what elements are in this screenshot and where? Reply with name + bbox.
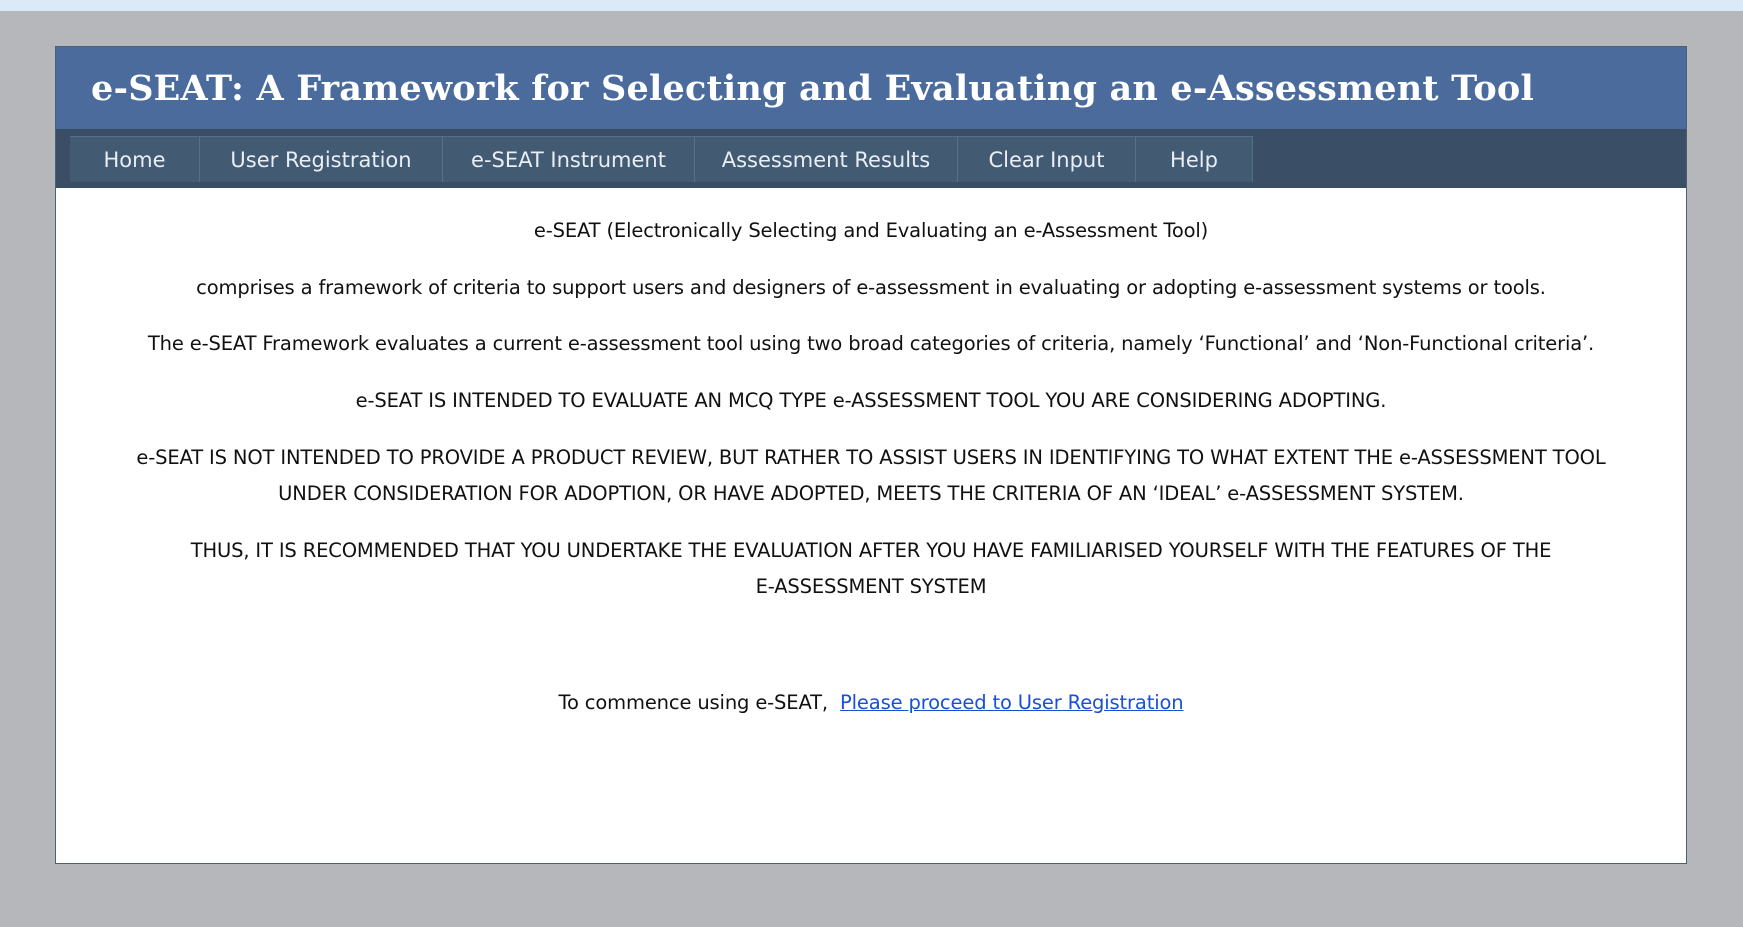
nav-item-eseat-instrument[interactable]: e-SEAT Instrument — [443, 136, 695, 182]
user-registration-link[interactable]: Please proceed to User Registration — [840, 691, 1184, 714]
nav-item-home[interactable]: Home — [70, 136, 200, 182]
commence-row: To commence using e-SEAT, Please proceed… — [56, 685, 1686, 721]
recommendation-line1: THUS, IT IS RECOMMENDED THAT YOU UNDERTA… — [190, 539, 1552, 562]
nav-item-help[interactable]: Help — [1136, 136, 1253, 182]
nav-item-user-registration[interactable]: User Registration — [200, 136, 443, 182]
nav-item-assessment-results[interactable]: Assessment Results — [695, 136, 958, 182]
recommendation-line2: E-ASSESSMENT SYSTEM — [755, 575, 987, 598]
commence-text: To commence using e-SEAT, — [558, 691, 829, 714]
app-frame: e-SEAT: A Framework for Selecting and Ev… — [55, 46, 1687, 864]
browser-top-strip — [0, 0, 1743, 11]
header-banner: e-SEAT: A Framework for Selecting and Ev… — [56, 47, 1686, 129]
intro-description: comprises a framework of criteria to sup… — [196, 276, 1546, 299]
nav-bar: Home User Registration e-SEAT Instrument… — [56, 129, 1686, 188]
not-product-review-line2: UNDER CONSIDERATION FOR ADOPTION, OR HAV… — [278, 482, 1464, 505]
nav-item-clear-input[interactable]: Clear Input — [958, 136, 1136, 182]
framework-description: The e-SEAT Framework evaluates a current… — [147, 332, 1595, 355]
page-title: e-SEAT: A Framework for Selecting and Ev… — [91, 67, 1534, 109]
intro-heading: e-SEAT (Electronically Selecting and Eva… — [533, 219, 1209, 242]
not-product-review-line1: e-SEAT IS NOT INTENDED TO PROVIDE A PROD… — [136, 446, 1606, 469]
intent-statement: e-SEAT IS INTENDED TO EVALUATE AN MCQ TY… — [355, 389, 1387, 412]
